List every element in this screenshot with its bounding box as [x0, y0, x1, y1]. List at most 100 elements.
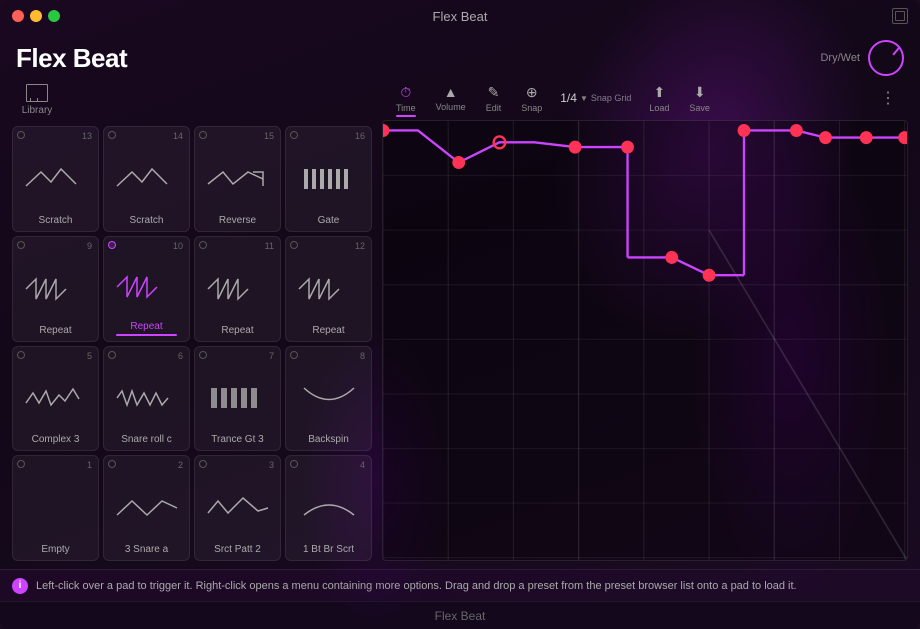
pad-label-3: Srct Patt 2: [214, 544, 261, 555]
info-bar: i Left-click over a pad to trigger it. R…: [0, 569, 920, 601]
pad-number-10: 10: [173, 241, 183, 251]
pad-2[interactable]: 23 Snare a: [103, 455, 190, 561]
dry-wet-knob[interactable]: [868, 40, 904, 76]
toolbar-save[interactable]: ⬇ Save: [679, 82, 720, 115]
toolbar-volume[interactable]: ▲ Volume: [426, 82, 476, 114]
pad-indicator-15: [199, 131, 207, 139]
pad-number-14: 14: [173, 131, 183, 141]
pad-8[interactable]: 8Backspin: [285, 346, 372, 452]
pad-label-10: Repeat: [130, 321, 162, 332]
pad-waveform-5: [17, 365, 94, 433]
pad-waveform-2: [108, 474, 185, 542]
pad-indicator-16: [290, 131, 298, 139]
pad-indicator-4: [290, 460, 298, 468]
load-icon: ⬆: [654, 84, 666, 101]
pad-label-1: Empty: [41, 544, 69, 555]
pad-16[interactable]: 16Gate: [285, 126, 372, 232]
window-resize-button[interactable]: [892, 8, 908, 24]
pad-indicator-8: [290, 351, 298, 359]
pad-4[interactable]: 41 Bt Br Scrt: [285, 455, 372, 561]
snap-grid-value: 1/4: [560, 91, 577, 105]
toolbar-snap[interactable]: ⊕ Snap: [511, 82, 552, 115]
pad-15[interactable]: 15Reverse: [194, 126, 281, 232]
snap-grid-label: Snap Grid: [591, 93, 632, 103]
pad-10[interactable]: 10 Repeat: [103, 236, 190, 342]
maximize-button[interactable]: [48, 10, 60, 22]
pad-waveform-14: [108, 145, 185, 213]
pad-indicator-2: [108, 460, 116, 468]
footer-label: Flex Beat: [435, 609, 486, 623]
pad-12[interactable]: 12Repeat: [285, 236, 372, 342]
pad-5[interactable]: 5Complex 3: [12, 346, 99, 452]
pad-label-16: Gate: [318, 215, 340, 226]
pad-indicator-6: [108, 351, 116, 359]
pad-13[interactable]: 13Scratch: [12, 126, 99, 232]
pad-indicator-12: [290, 241, 298, 249]
pad-label-2: 3 Snare a: [125, 544, 168, 555]
pad-indicator-1: [17, 460, 25, 468]
pad-7[interactable]: 7 Trance Gt 3: [194, 346, 281, 452]
pad-label-12: Repeat: [312, 325, 344, 336]
save-label: Save: [689, 103, 710, 113]
main-content: Library 13Scratch14Scratch15Reverse16Gat…: [0, 80, 920, 569]
footer: Flex Beat: [0, 601, 920, 629]
toolbar-time[interactable]: ⏱ Time: [386, 82, 426, 115]
pad-11[interactable]: 11 Repeat: [194, 236, 281, 342]
pad-grid: 13Scratch14Scratch15Reverse16Gate9Repeat…: [12, 126, 372, 561]
pad-number-3: 3: [269, 460, 274, 470]
pad-14[interactable]: 14 Scratch: [103, 126, 190, 232]
pad-label-6: Snare roll c: [121, 434, 172, 445]
pad-number-11: 11: [265, 241, 274, 251]
pad-number-9: 9: [87, 241, 92, 251]
pad-indicator-10: [108, 241, 116, 249]
pad-waveform-3: [199, 474, 276, 542]
pad-number-1: 1: [87, 460, 92, 470]
pad-waveform-4: [290, 474, 367, 542]
snap-grid-arrow-icon: ▼: [580, 94, 588, 103]
sequencer[interactable]: [382, 120, 908, 561]
close-button[interactable]: [12, 10, 24, 22]
titlebar: Flex Beat: [0, 0, 920, 32]
pad-number-6: 6: [178, 351, 183, 361]
header: Flex Beat Dry/Wet: [0, 32, 920, 80]
dry-wet-area: Dry/Wet: [820, 40, 904, 76]
pad-waveform-6: [108, 365, 185, 433]
pad-underline-10: [116, 334, 178, 336]
snap-grid-select[interactable]: 1/4 ▼ Snap Grid: [552, 89, 639, 107]
toolbar-more-button[interactable]: ⋮: [872, 86, 904, 110]
pad-waveform-13: [17, 145, 94, 213]
pad-label-11: Repeat: [221, 325, 253, 336]
pad-indicator-14: [108, 131, 116, 139]
toolbar-edit[interactable]: ✎ Edit: [476, 82, 512, 115]
pad-waveform-1: [17, 474, 94, 542]
pad-indicator-9: [17, 241, 25, 249]
pad-indicator-7: [199, 351, 207, 359]
snap-label: Snap: [521, 103, 542, 113]
pad-6[interactable]: 6 Snare roll c: [103, 346, 190, 452]
dry-wet-label: Dry/Wet: [820, 52, 860, 64]
edit-label: Edit: [486, 103, 502, 113]
info-icon: i: [12, 578, 28, 594]
main-window: Flex Beat Flex Beat Dry/Wet Library 13Sc…: [0, 0, 920, 629]
toolbar-load[interactable]: ⬆ Load: [639, 82, 679, 115]
time-icon: ⏱: [400, 84, 411, 101]
pad-number-7: 7: [269, 351, 274, 361]
toolbar: ⏱ Time ▲ Volume ✎ Edit ⊕ Snap 1/4 ▼: [382, 80, 908, 116]
edit-icon: ✎: [488, 84, 500, 101]
pad-9[interactable]: 9Repeat: [12, 236, 99, 342]
pad-3[interactable]: 3 Srct Patt 2: [194, 455, 281, 561]
pad-1[interactable]: 1 Empty: [12, 455, 99, 561]
pad-label-14: Scratch: [130, 215, 164, 226]
pad-waveform-16: [290, 145, 367, 213]
pad-number-4: 4: [360, 460, 365, 470]
pad-label-7: Trance Gt 3: [211, 434, 263, 445]
pad-number-13: 13: [82, 131, 92, 141]
pad-number-8: 8: [360, 351, 365, 361]
right-panel: ⏱ Time ▲ Volume ✎ Edit ⊕ Snap 1/4 ▼: [382, 80, 908, 561]
pad-indicator-11: [199, 241, 207, 249]
minimize-button[interactable]: [30, 10, 42, 22]
pad-waveform-12: [290, 255, 367, 323]
info-text: Left-click over a pad to trigger it. Rig…: [36, 580, 797, 592]
pad-waveform-8: [290, 365, 367, 433]
library-button[interactable]: Library: [12, 80, 62, 120]
